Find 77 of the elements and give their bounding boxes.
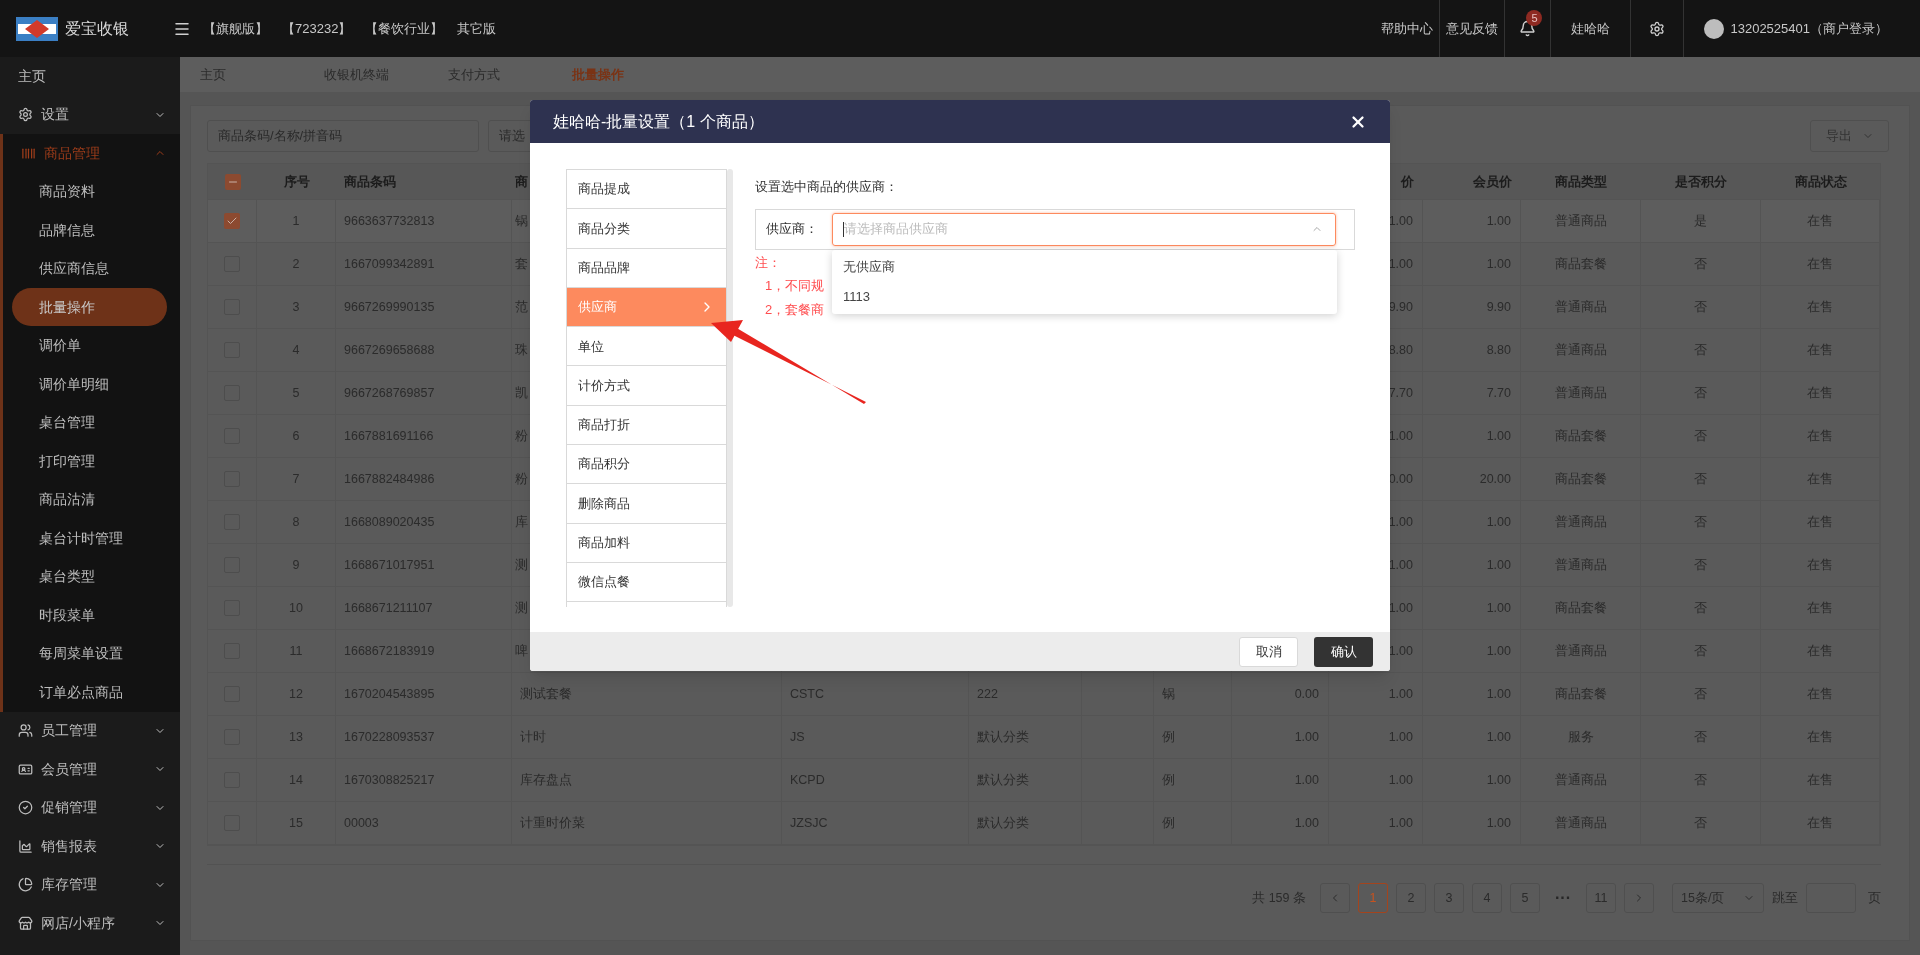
dialog-menu-item[interactable]: 商品品牌 bbox=[567, 247, 726, 287]
submenu-item[interactable]: 桌台计时管理 bbox=[12, 519, 167, 558]
column-header: 商 bbox=[515, 172, 528, 191]
people-icon bbox=[18, 723, 33, 739]
logo-icon bbox=[16, 16, 58, 41]
dialog-menu-item[interactable]: 微信点餐 bbox=[567, 561, 726, 602]
cancel-button[interactable]: 取消 bbox=[1239, 636, 1298, 667]
pie-chart-icon bbox=[18, 877, 33, 893]
edition-label: 【餐饮行业】 bbox=[364, 19, 445, 38]
submenu-item[interactable]: 商品资料 bbox=[12, 172, 167, 211]
check-circle-icon bbox=[18, 800, 33, 816]
column-header: 价 bbox=[1401, 172, 1414, 191]
dialog-menu-item[interactable]: 商品打折 bbox=[567, 404, 726, 445]
column-header: 是否积分 bbox=[1675, 172, 1727, 191]
column-header: 商品状态 bbox=[1794, 172, 1847, 191]
submenu-item[interactable]: 调价单 bbox=[12, 326, 167, 365]
confirm-button[interactable]: 确认 bbox=[1314, 636, 1373, 667]
column-header: 会员价 bbox=[1473, 172, 1512, 191]
avatar bbox=[1704, 18, 1725, 39]
edition-label: 其它版 bbox=[456, 19, 498, 38]
dialog-menu-item[interactable]: 商品分类 bbox=[567, 208, 726, 248]
scrollbar[interactable] bbox=[727, 169, 733, 607]
sidebar-item[interactable]: 网店/小程序 bbox=[0, 904, 180, 943]
card-icon bbox=[18, 761, 33, 777]
note-line: 1，不同规 bbox=[765, 277, 825, 295]
sidebar-item[interactable]: 库存管理 bbox=[0, 865, 180, 904]
submenu-item[interactable]: 调价单明细 bbox=[12, 365, 167, 404]
note-title: 注： bbox=[755, 253, 781, 272]
dialog-menu-item[interactable]: 计价方式 bbox=[567, 365, 726, 405]
submenu-item[interactable]: 订单必点商品 bbox=[12, 673, 167, 712]
dialog-menu-item[interactable]: 商品积分 bbox=[567, 444, 726, 484]
submenu-item[interactable]: 供应商信息 bbox=[12, 249, 167, 288]
submenu-item[interactable]: 桌台类型 bbox=[12, 557, 167, 596]
sidebar-item[interactable]: 销售报表 bbox=[0, 827, 180, 866]
page-ellipsis: ··· bbox=[1554, 888, 1572, 908]
brand-name: 爱宝收银 bbox=[65, 18, 129, 39]
sidebar-item[interactable]: 设置 bbox=[0, 95, 180, 134]
submenu-item[interactable]: 桌台管理 bbox=[12, 403, 167, 442]
submenu-item[interactable]: 品牌信息 bbox=[12, 211, 167, 250]
submenu-item[interactable]: 每周菜单设置 bbox=[12, 634, 167, 673]
column-header: 序号 bbox=[283, 172, 310, 191]
storefront-icon bbox=[18, 915, 33, 931]
edition-label: 【旗舰版】 bbox=[202, 19, 269, 38]
submenu-item[interactable]: 批量操作 bbox=[12, 288, 167, 327]
submenu-item[interactable]: 打印管理 bbox=[12, 442, 167, 481]
field-label: 供应商： bbox=[766, 220, 819, 239]
column-header: 商品类型 bbox=[1555, 172, 1607, 191]
sidebar-item[interactable]: 促销管理 bbox=[0, 788, 180, 827]
note-line: 2，套餐商 bbox=[765, 300, 825, 319]
select-placeholder: 请选择商品供应商 bbox=[844, 220, 948, 239]
dialog-menu-item[interactable]: 商品加料 bbox=[567, 522, 726, 562]
dropdown-option[interactable]: 无供应商 bbox=[832, 251, 1337, 282]
check-icon bbox=[226, 215, 238, 227]
next-page-button[interactable] bbox=[1624, 883, 1654, 913]
dialog-menu-item[interactable]: 商品提成 bbox=[567, 169, 726, 209]
dropdown-option[interactable]: 1113 bbox=[832, 281, 1337, 312]
dialog-heading: 设置选中商品的供应商： bbox=[755, 178, 899, 196]
dialog-title: 娃哈哈-批量设置（1 个商品） bbox=[553, 111, 764, 132]
sidebar-item[interactable]: 会员管理 bbox=[0, 750, 180, 789]
text-cursor bbox=[843, 221, 844, 237]
previous-page-button[interactable] bbox=[1320, 883, 1350, 913]
bell-icon[interactable] bbox=[1519, 20, 1537, 37]
account-label[interactable]: 13202525401（商户登录） bbox=[1730, 18, 1888, 39]
submenu-item[interactable]: 时段菜单 bbox=[12, 596, 167, 635]
sidebar-item[interactable]: 主页 bbox=[0, 57, 180, 96]
area-chart-icon bbox=[18, 838, 33, 854]
submenu-item[interactable]: 商品沽清 bbox=[12, 480, 167, 519]
notification-badge: 5 bbox=[1526, 10, 1543, 26]
checkbox[interactable] bbox=[224, 173, 241, 190]
bars-icon bbox=[21, 145, 36, 161]
gear-icon bbox=[18, 107, 33, 123]
checkbox[interactable] bbox=[224, 213, 240, 229]
dialog-menu-item[interactable]: 删除商品 bbox=[567, 483, 726, 523]
column-header: 商品条码 bbox=[344, 172, 396, 191]
sidebar-item[interactable]: 员工管理 bbox=[0, 711, 180, 750]
edition-label: 【723232】 bbox=[281, 19, 353, 38]
settings-icon[interactable] bbox=[1649, 20, 1666, 37]
